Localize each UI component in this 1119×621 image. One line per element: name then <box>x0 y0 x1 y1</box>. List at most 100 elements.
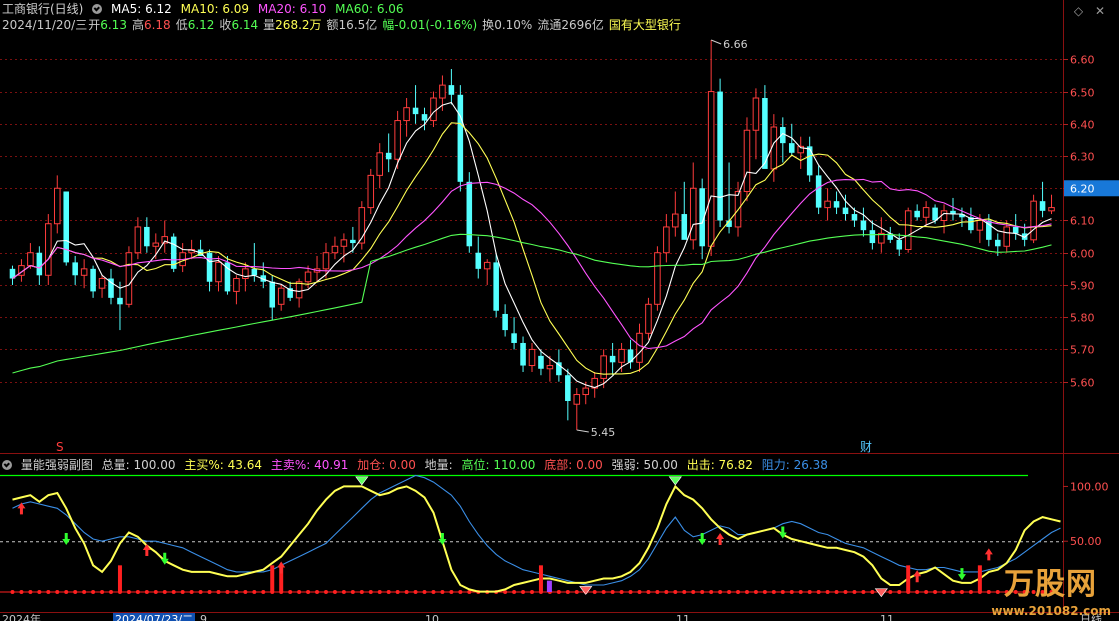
bottom-dot <box>413 590 418 594</box>
bottom-dot <box>64 590 69 594</box>
candle-body <box>842 207 849 215</box>
stock-name[interactable]: 工商银行(日线) <box>2 2 83 16</box>
industry-tag[interactable]: 国有大型银行 <box>609 18 681 32</box>
candle-body <box>717 91 723 221</box>
bottom-dot <box>458 590 463 594</box>
bottom-dot <box>449 590 454 594</box>
price-tick-label: 6.50 <box>1070 87 1095 100</box>
candle-body <box>1048 207 1055 212</box>
bottom-dot <box>736 590 741 594</box>
high-label: 高 <box>131 18 144 32</box>
bottom-dot <box>771 590 776 594</box>
sub-name[interactable]: 量能强弱副图 <box>21 458 93 472</box>
bottom-dot <box>753 590 758 594</box>
candle-body <box>403 107 410 122</box>
candle-body <box>475 252 482 269</box>
bottom-dot <box>126 590 131 594</box>
open-value: 6.13 <box>100 18 127 32</box>
sub-chart <box>0 474 1063 598</box>
candle-body <box>995 239 1001 247</box>
ma10-value: MA10: 6.09 <box>180 2 250 16</box>
candle-body <box>851 214 858 221</box>
axis-month: 10 <box>425 613 439 621</box>
bottom-dot <box>19 590 24 594</box>
bottom-dot <box>261 590 266 594</box>
chart-grid <box>0 0 1119 613</box>
turn-value: 0.10% <box>494 18 533 32</box>
diamond-icon[interactable]: ◇ <box>1074 4 1083 18</box>
candle-body <box>869 230 876 244</box>
green-gem-icon <box>668 476 682 486</box>
candle-body <box>860 220 867 231</box>
candle-body <box>833 201 840 208</box>
bottom-dot <box>673 590 678 594</box>
open-label: 开 <box>88 18 101 32</box>
candle-body <box>743 129 751 192</box>
circle-check-icon[interactable] <box>92 4 103 14</box>
candle-body <box>350 239 356 244</box>
candle-body <box>439 84 446 99</box>
candle-body <box>98 278 106 289</box>
quote-date: 2024/11/20/三 <box>2 18 88 32</box>
candle-body <box>914 210 920 218</box>
candle-body <box>152 242 160 247</box>
ma10-line <box>12 122 1052 375</box>
bottom-dot <box>100 590 105 594</box>
bottom-dot <box>655 590 660 594</box>
price-tag-label: 6.20 <box>1070 182 1095 195</box>
s-marker: S <box>56 440 64 454</box>
candle-body <box>968 217 974 231</box>
axis-month: 11 <box>880 613 894 621</box>
resist-value: 阻力: 26.38 <box>761 458 828 472</box>
main-sell-value: 主卖%: 40.91 <box>270 458 349 472</box>
sub-tick-label: 50.00 <box>1070 535 1102 548</box>
bottom-dot <box>386 590 391 594</box>
bottom-dot <box>37 590 42 594</box>
axis-month: 9 <box>200 613 207 621</box>
bottom-dot <box>521 590 526 594</box>
strength-value: 强弱: 50.00 <box>611 458 678 472</box>
brand-watermark: 万股网 <box>1004 567 1097 602</box>
candle-body <box>520 342 526 366</box>
bottom-dot <box>55 590 60 594</box>
candle-body <box>430 97 437 122</box>
price-tick-label: 6.00 <box>1070 248 1095 261</box>
candle-body <box>36 252 43 276</box>
up-arrow-icon <box>913 570 922 583</box>
candle-body <box>45 223 52 276</box>
up-arrow-icon <box>142 543 151 556</box>
brand-url: www.201082.com <box>991 604 1111 618</box>
finance-marker: 财 <box>860 440 872 454</box>
close-icon[interactable]: ✕ <box>1095 4 1105 18</box>
up-arrow-icon <box>17 502 26 515</box>
price-tick-label: 6.60 <box>1070 54 1095 67</box>
bottom-dot <box>601 590 606 594</box>
price-tick-label: 5.80 <box>1070 312 1095 325</box>
window-controls: ◇ ✕ <box>1066 4 1105 18</box>
bottom-dot <box>646 590 651 594</box>
candle-body <box>331 245 339 254</box>
red-gem-icon <box>874 588 888 598</box>
candle-body <box>269 281 276 308</box>
bottom-dot <box>198 590 203 594</box>
candle-body <box>277 287 285 305</box>
up-arrow-icon <box>277 561 286 574</box>
signal-bar-purple <box>546 580 552 592</box>
bottom-dot <box>440 590 445 594</box>
signal-bar <box>270 565 275 592</box>
float-label: 流通 <box>537 18 562 32</box>
bottom-dot <box>180 590 185 594</box>
candle-body <box>53 187 61 225</box>
candle-body <box>322 252 330 270</box>
candle-body <box>90 268 96 292</box>
candle-body <box>618 348 625 363</box>
bottom-dot <box>691 590 696 594</box>
bottom-dot <box>924 590 929 594</box>
candle-body <box>904 210 912 251</box>
bottom-dot <box>762 590 767 594</box>
price-tick-label: 6.40 <box>1070 119 1095 132</box>
circle-check-icon[interactable] <box>2 460 12 470</box>
candle-body <box>788 143 795 153</box>
candle-body <box>117 297 123 305</box>
bottom-dot <box>252 590 257 594</box>
